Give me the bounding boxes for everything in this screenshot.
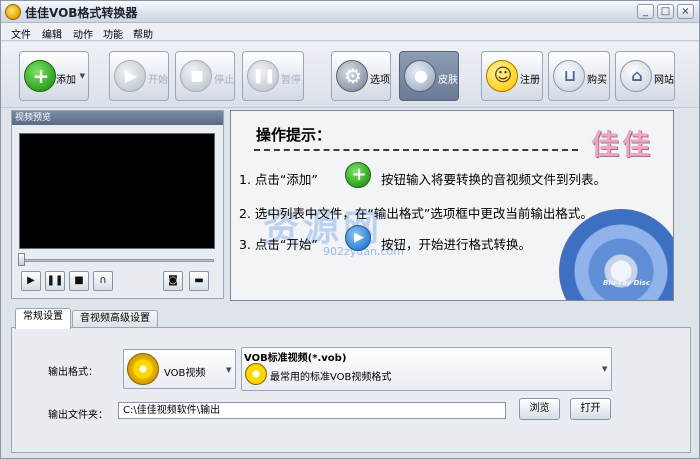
buy-button[interactable]: ⊔ 购买 <box>548 51 610 101</box>
menu-help[interactable]: 帮助 <box>133 26 153 41</box>
tab-panel: 输出格式： VOB视频 ▼ VOB标准视频(*.vob) 最常用的标准VOB视频… <box>11 327 691 453</box>
pause-button[interactable]: ❚❚ 暂停 <box>242 51 304 101</box>
format-preset-select[interactable]: VOB标准视频(*.vob) 最常用的标准VOB视频格式 ▼ <box>241 347 612 391</box>
dvd-icon <box>127 353 159 385</box>
tip-step-1-cont: 按钮输入将要转换的音视频文件到列表。 <box>381 172 607 187</box>
toolbar: + 添加 ▼ ▶ 开始 ■ 停止 ❚❚ 暂停 ⚙ 选项 ● 皮肤 ☺ 注册 ⊔ <box>1 42 699 108</box>
menu-bar: 文件 编辑 动作 功能 帮助 <box>1 23 699 41</box>
house-icon: ⌂ <box>620 60 652 92</box>
chevron-down-icon: ▼ <box>79 72 85 80</box>
folder-icon: ▬ <box>194 275 204 286</box>
tip-step-3-cont: 按钮，开始进行格式转换。 <box>381 237 532 252</box>
tip-step-2: 2. 选中列表中文件，在“输出格式”选项框中更改当前输出格式。 <box>239 206 593 221</box>
tip-step-1: 1. 点击“添加” <box>239 172 318 187</box>
play-icon: ▶ <box>345 225 371 251</box>
seek-track[interactable] <box>21 259 214 262</box>
camera-icon: ◙ <box>168 275 178 286</box>
tips-divider <box>254 149 578 151</box>
title-bar[interactable]: 佳佳VOB格式转换器 _ □ × <box>1 1 699 23</box>
chevron-down-icon: ▼ <box>226 366 232 374</box>
pause-icon: ❚❚ <box>46 275 64 286</box>
person-icon: ● <box>404 60 436 92</box>
preview-title: 视频预览 <box>12 111 223 125</box>
plus-icon: + <box>345 162 371 188</box>
app-window: 佳佳VOB格式转换器 _ □ × 文件 编辑 动作 功能 帮助 + 添加 ▼ ▶… <box>0 0 700 459</box>
window-title: 佳佳VOB格式转换器 <box>25 6 138 20</box>
output-folder-input[interactable]: C:\佳佳视频软件\输出 <box>118 402 506 419</box>
video-preview-panel: 视频预览 ▶ ❚❚ ■ ∩ ◙ ▬ <box>11 110 224 299</box>
tips-panel: Blu-ray Disc 资源网 902zyuan.com 操作提示： 佳佳 1… <box>230 110 674 301</box>
plus-icon: + <box>24 60 56 92</box>
close-button[interactable]: × <box>677 4 694 19</box>
format-name: VOB视频 <box>164 368 206 379</box>
video-screen <box>19 133 215 249</box>
tab-av-advanced[interactable]: 音视频高级设置 <box>72 310 158 328</box>
format-description: 最常用的标准VOB视频格式 <box>270 372 392 383</box>
browse-button[interactable]: 浏览 <box>519 398 560 420</box>
play-icon: ▶ <box>114 60 146 92</box>
volume-button[interactable]: ∩ <box>93 271 113 291</box>
options-button[interactable]: ⚙ 选项 <box>331 51 391 101</box>
skin-button[interactable]: ● 皮肤 <box>399 51 459 101</box>
stop-icon: ■ <box>180 60 212 92</box>
tips-title: 操作提示： <box>256 126 332 144</box>
chevron-down-icon: ▼ <box>602 365 608 373</box>
output-format-label: 输出格式： <box>48 367 98 378</box>
gear-icon: ⚙ <box>336 60 368 92</box>
minimize-button[interactable]: _ <box>637 4 654 19</box>
maximize-button[interactable]: □ <box>657 4 674 19</box>
pause-button[interactable]: ❚❚ <box>45 271 65 291</box>
play-icon: ▶ <box>27 275 35 286</box>
output-format-select[interactable]: VOB视频 ▼ <box>123 349 236 389</box>
output-folder-label: 输出文件夹： <box>48 410 108 421</box>
bluray-logo: Blu-ray Disc <box>603 279 651 287</box>
menu-action[interactable]: 动作 <box>73 26 93 41</box>
bluray-disc-image <box>559 209 673 300</box>
settings-tabs: 常规设置 音视频高级设置 输出格式： VOB视频 ▼ VOB标准视频(*.vob… <box>11 308 691 456</box>
add-button[interactable]: + 添加 ▼ <box>19 51 89 101</box>
seek-handle[interactable] <box>18 253 25 266</box>
brand-logo: 佳佳 <box>591 128 654 161</box>
stop-button[interactable]: ■ 停止 <box>175 51 235 101</box>
basket-icon: ⊔ <box>553 60 585 92</box>
app-logo-icon <box>5 4 21 20</box>
open-folder-button[interactable]: ▬ <box>189 271 209 291</box>
menu-file[interactable]: 文件 <box>11 26 31 41</box>
open-button[interactable]: 打开 <box>570 398 611 420</box>
menu-edit[interactable]: 编辑 <box>42 26 62 41</box>
pause-icon: ❚❚ <box>247 60 279 92</box>
register-button[interactable]: ☺ 注册 <box>481 51 543 101</box>
headphones-icon: ∩ <box>99 275 107 286</box>
play-button[interactable]: ▶ <box>21 271 41 291</box>
smiley-icon: ☺ <box>486 60 518 92</box>
snapshot-button[interactable]: ◙ <box>163 271 183 291</box>
stop-icon: ■ <box>74 275 84 286</box>
tab-general[interactable]: 常规设置 <box>15 308 71 329</box>
menu-function[interactable]: 功能 <box>103 26 123 41</box>
website-button[interactable]: ⌂ 网站 <box>615 51 675 101</box>
dvd-icon <box>245 363 267 385</box>
tip-step-3: 3. 点击“开始” <box>239 237 318 252</box>
start-button[interactable]: ▶ 开始 <box>109 51 169 101</box>
format-title: VOB标准视频(*.vob) <box>244 353 347 364</box>
stop-button[interactable]: ■ <box>69 271 89 291</box>
